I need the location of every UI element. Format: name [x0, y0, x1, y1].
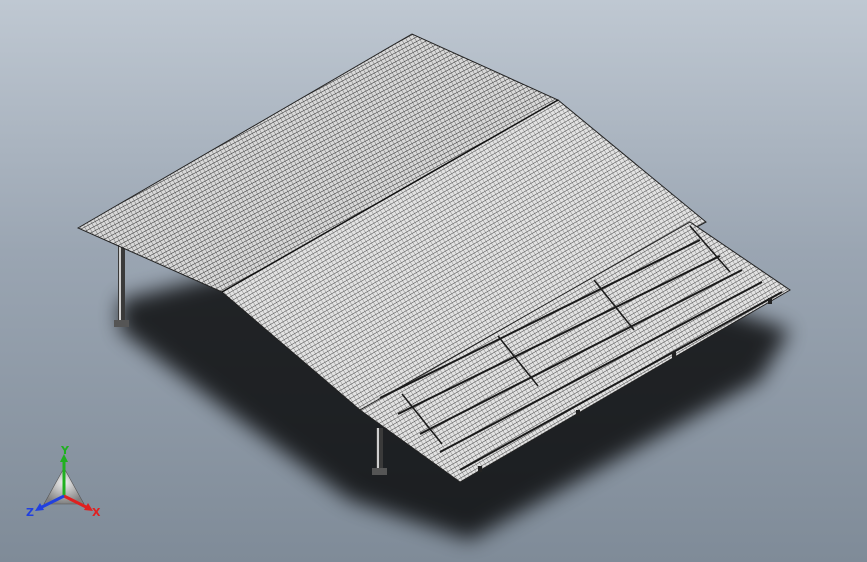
z-axis-label: Z — [26, 506, 34, 519]
y-axis-label: Y — [60, 446, 70, 457]
graphics-viewport[interactable]: Y X Z — [0, 0, 867, 562]
coordinate-triad-icon[interactable]: Y X Z — [24, 446, 104, 526]
x-axis-label: X — [92, 506, 101, 519]
model-scene[interactable] — [0, 0, 867, 562]
